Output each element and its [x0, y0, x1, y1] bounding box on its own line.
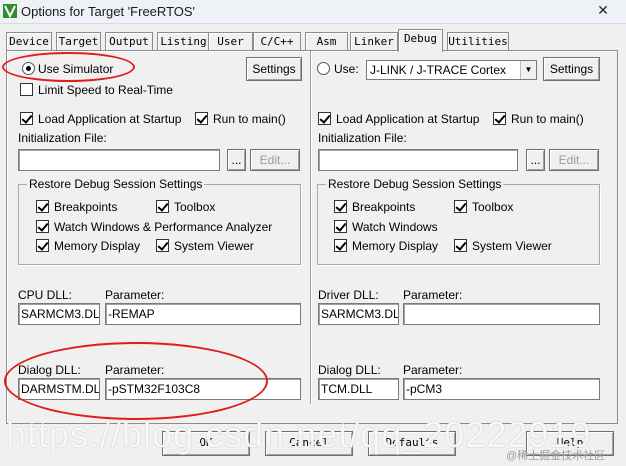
left-memory-label: Memory Display [54, 239, 141, 253]
left-load-app-checkbox[interactable] [20, 112, 33, 125]
close-icon: ✕ [597, 2, 609, 18]
driver-param-input[interactable] [403, 303, 600, 325]
right-load-app-label: Load Application at Startup [336, 112, 480, 126]
left-watch-label: Watch Windows & Performance Analyzer [54, 220, 273, 234]
right-browse-button[interactable]: ... [526, 149, 545, 171]
right-toolbox-label: Toolbox [472, 200, 514, 214]
left-edit-button[interactable]: Edit... [250, 149, 300, 171]
use-debugger-radio[interactable] [317, 62, 330, 75]
right-run-to-main-label: Run to main() [511, 112, 584, 126]
column-divider [310, 51, 312, 404]
simulator-highlight-ellipse [2, 52, 135, 82]
right-dialog-dll-input[interactable]: TCM.DLL [318, 378, 399, 400]
left-toolbox-checkbox[interactable] [156, 200, 169, 213]
close-button[interactable]: ✕ [580, 0, 626, 20]
window-title: Options for Target 'FreeRTOS' [21, 4, 196, 19]
left-restore-title: Restore Debug Session Settings [27, 177, 205, 191]
right-sysviewer-label: System Viewer [472, 239, 552, 253]
tab-utilities[interactable]: Utilities [447, 32, 509, 51]
left-memory-checkbox[interactable] [36, 239, 49, 252]
left-toolbox-label: Toolbox [174, 200, 216, 214]
left-breakpoints-checkbox[interactable] [36, 200, 49, 213]
left-run-to-main-label: Run to main() [213, 112, 286, 126]
right-restore-title: Restore Debug Session Settings [326, 177, 504, 191]
right-init-file-input[interactable] [318, 149, 518, 171]
debugger-select[interactable]: J-LINK / J-TRACE Cortex ▼ [366, 60, 537, 80]
right-breakpoints-label: Breakpoints [352, 200, 416, 214]
right-edit-button[interactable]: Edit... [549, 149, 599, 171]
tab-debug[interactable]: Debug [398, 29, 443, 52]
right-watch-label: Watch Windows [352, 220, 438, 234]
driver-dll-input[interactable]: SARMCM3.DLL [318, 303, 399, 325]
right-dialog-param-input[interactable]: -pCM3 [403, 378, 600, 400]
tab-target[interactable]: Target [56, 32, 101, 51]
tab-device[interactable]: Device [6, 32, 52, 51]
simulator-settings-button[interactable]: Settings [246, 57, 302, 81]
blog-watermark: https://blog.csdn.net/qq_20222919 [6, 414, 592, 455]
right-load-app-checkbox[interactable] [318, 112, 331, 125]
right-watch-checkbox[interactable] [334, 220, 347, 233]
right-init-file-label: Initialization File: [318, 131, 407, 145]
cpu-dll-input[interactable]: SARMCM3.DLL [18, 303, 100, 325]
left-init-file-input[interactable] [18, 149, 220, 171]
debugger-select-value: J-LINK / J-TRACE Cortex [370, 63, 507, 77]
tab-strip: Device Target Output Listing User C/C++ … [6, 29, 618, 52]
corner-watermark: @稀土掘金技术社区 [506, 450, 606, 462]
right-sysviewer-checkbox[interactable] [454, 239, 467, 252]
right-toolbox-checkbox[interactable] [454, 200, 467, 213]
use-debugger-label: Use: [334, 62, 359, 76]
chevron-down-icon: ▼ [520, 61, 536, 79]
right-run-to-main-checkbox[interactable] [493, 112, 506, 125]
left-watch-checkbox[interactable] [36, 220, 49, 233]
limit-speed-checkbox[interactable] [20, 83, 33, 96]
tab-linker[interactable]: Linker [350, 32, 398, 51]
left-breakpoints-label: Breakpoints [54, 200, 118, 214]
left-sysviewer-label: System Viewer [174, 239, 254, 253]
tab-output[interactable]: Output [105, 32, 153, 51]
left-sysviewer-checkbox[interactable] [156, 239, 169, 252]
right-memory-label: Memory Display [352, 239, 439, 253]
keil-app-icon [3, 4, 17, 18]
tab-asm[interactable]: Asm [305, 32, 348, 51]
right-dialog-param-label: Parameter: [403, 363, 463, 377]
dialog-dll-highlight-ellipse [4, 342, 268, 420]
cpu-param-label: Parameter: [105, 288, 165, 302]
right-dialog-dll-label: Dialog DLL: [318, 363, 381, 377]
cpu-dll-label: CPU DLL: [18, 288, 73, 302]
driver-dll-label: Driver DLL: [318, 288, 379, 302]
tab-user[interactable]: User [208, 32, 253, 51]
left-init-file-label: Initialization File: [18, 131, 107, 145]
left-browse-button[interactable]: ... [227, 149, 246, 171]
driver-param-label: Parameter: [403, 288, 463, 302]
title-bar: Options for Target 'FreeRTOS' ✕ [0, 0, 626, 24]
debugger-settings-button[interactable]: Settings [543, 57, 600, 81]
cpu-param-input[interactable]: -REMAP [105, 303, 301, 325]
left-load-app-label: Load Application at Startup [38, 112, 182, 126]
tab-listing[interactable]: Listing [157, 32, 210, 51]
limit-speed-label: Limit Speed to Real-Time [38, 83, 173, 97]
tab-c-cpp[interactable]: C/C++ [253, 32, 301, 51]
right-memory-checkbox[interactable] [334, 239, 347, 252]
right-breakpoints-checkbox[interactable] [334, 200, 347, 213]
left-run-to-main-checkbox[interactable] [195, 112, 208, 125]
